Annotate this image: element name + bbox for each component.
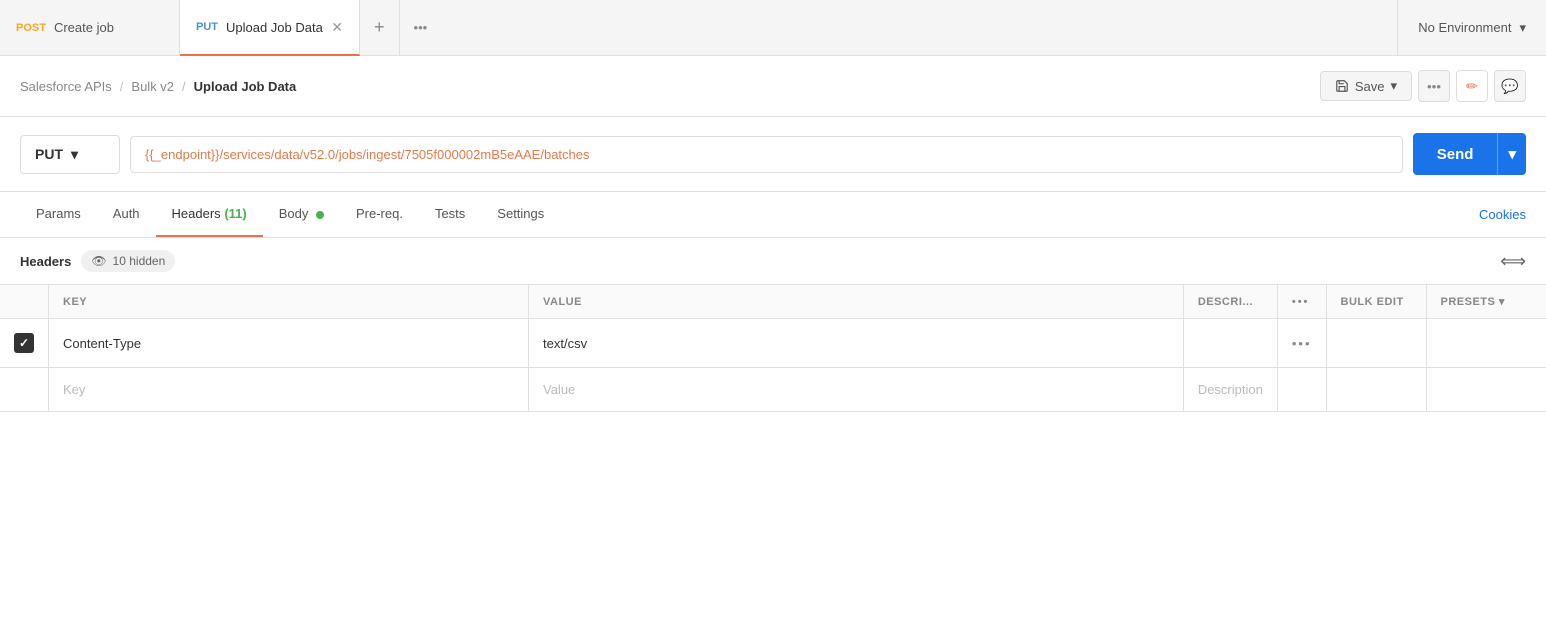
row-1-checkbox[interactable] <box>14 333 34 353</box>
body-dot-icon <box>316 211 324 219</box>
tab-body[interactable]: Body <box>263 192 340 237</box>
row-2-bulk <box>1326 368 1426 412</box>
row-2-description[interactable]: Description <box>1183 368 1277 412</box>
tab-upload-job-data[interactable]: PUT Upload Job Data ✕ <box>180 0 360 56</box>
row-1-description[interactable] <box>1183 319 1277 368</box>
headers-count: (11) <box>224 206 246 221</box>
col-header-bulk[interactable]: Bulk Edit <box>1326 285 1426 319</box>
tab-params[interactable]: Params <box>20 192 97 237</box>
more-options-icon: ••• <box>1427 79 1441 94</box>
col-header-key: KEY <box>49 285 529 319</box>
breadcrumb-bar: Salesforce APIs / Bulk v2 / Upload Job D… <box>0 56 1546 117</box>
cookies-link[interactable]: Cookies <box>1479 207 1526 222</box>
row-2-key[interactable]: Key <box>49 368 529 412</box>
tab-create-job[interactable]: POST Create job <box>0 0 180 55</box>
row-1-presets <box>1426 319 1546 368</box>
tab-settings[interactable]: Settings <box>481 192 560 237</box>
tab-tests[interactable]: Tests <box>419 192 481 237</box>
save-chevron-icon: ▾ <box>1390 78 1397 94</box>
row-2-more <box>1277 368 1326 412</box>
add-tab-button[interactable]: + <box>360 0 400 55</box>
hidden-count-label: 10 hidden <box>113 254 166 268</box>
put-badge: PUT <box>196 21 218 33</box>
breadcrumb-bulk-v2[interactable]: Bulk v2 <box>131 79 174 94</box>
save-button[interactable]: Save ▾ <box>1320 71 1412 101</box>
tab-upload-job-data-label: Upload Job Data <box>226 20 323 35</box>
environment-selector[interactable]: No Environment ▾ <box>1397 0 1546 55</box>
tab-params-label: Params <box>36 206 81 221</box>
send-label: Send <box>1413 134 1498 175</box>
cookies-label: Cookies <box>1479 207 1526 222</box>
request-line: PUT ▾ Send ▾ <box>0 117 1546 192</box>
col-header-value: VALUE <box>529 285 1184 319</box>
expand-icon: ⟺ <box>1500 251 1526 271</box>
more-options-button[interactable]: ••• <box>1418 70 1450 102</box>
row-1-key[interactable]: Content-Type <box>49 319 529 368</box>
eye-icon: 👁 <box>91 254 106 268</box>
tab-settings-label: Settings <box>497 206 544 221</box>
url-input[interactable] <box>130 136 1403 173</box>
tab-create-job-label: Create job <box>54 20 114 35</box>
breadcrumb-current: Upload Job Data <box>194 79 297 94</box>
col-header-presets[interactable]: Presets ▾ <box>1426 285 1546 319</box>
col-header-checkbox <box>0 285 49 319</box>
row-1-value[interactable]: text/csv <box>529 319 1184 368</box>
col-more-dots-icon: ••• <box>1292 296 1310 308</box>
tab-body-label: Body <box>279 206 309 221</box>
method-dropdown[interactable]: PUT ▾ <box>20 135 120 174</box>
request-tabs-row: Params Auth Headers (11) Body Pre-req. T… <box>0 192 1546 238</box>
edit-icon: ✏ <box>1466 78 1478 95</box>
tab-auth[interactable]: Auth <box>97 192 156 237</box>
headers-section-label: Headers <box>20 254 71 269</box>
comment-button[interactable]: 💬 <box>1494 70 1526 102</box>
headers-table: KEY VALUE DESCRI... ••• Bulk Edit Preset… <box>0 285 1546 412</box>
tab-more-icon: ••• <box>414 20 428 35</box>
tab-tests-label: Tests <box>435 206 465 221</box>
row-1-more[interactable]: ••• <box>1277 319 1326 368</box>
tab-auth-label: Auth <box>113 206 140 221</box>
post-badge: POST <box>16 22 46 34</box>
row-2-value[interactable]: Value <box>529 368 1184 412</box>
method-label: PUT <box>35 146 63 162</box>
row-2-checkbox-cell <box>0 368 49 412</box>
table-row: Key Value Description <box>0 368 1546 412</box>
breadcrumb-sep-1: / <box>120 79 124 94</box>
comment-icon: 💬 <box>1501 78 1518 95</box>
environment-label: No Environment <box>1418 20 1511 35</box>
tab-prereq-label: Pre-req. <box>356 206 403 221</box>
breadcrumb-actions: Save ▾ ••• ✏ 💬 <box>1320 70 1526 102</box>
close-tab-icon[interactable]: ✕ <box>331 19 343 36</box>
environment-chevron-icon: ▾ <box>1519 20 1526 36</box>
edit-button[interactable]: ✏ <box>1456 70 1488 102</box>
table-row: Content-Type text/csv ••• <box>0 319 1546 368</box>
add-tab-icon: + <box>374 17 385 38</box>
headers-section-bar: Headers 👁 10 hidden ⟺ <box>0 238 1546 285</box>
breadcrumb-salesforce-apis[interactable]: Salesforce APIs <box>20 79 112 94</box>
col-header-more: ••• <box>1277 285 1326 319</box>
row-2-presets <box>1426 368 1546 412</box>
save-label: Save <box>1355 79 1385 94</box>
breadcrumb-sep-2: / <box>182 79 186 94</box>
tab-headers[interactable]: Headers (11) <box>156 192 263 237</box>
row-1-checkbox-cell[interactable] <box>0 319 49 368</box>
tab-prereq[interactable]: Pre-req. <box>340 192 419 237</box>
hidden-headers-badge[interactable]: 👁 10 hidden <box>81 250 175 272</box>
send-dropdown-icon[interactable]: ▾ <box>1497 133 1526 175</box>
expand-headers-button[interactable]: ⟺ <box>1500 251 1526 272</box>
col-header-description: DESCRI... <box>1183 285 1277 319</box>
tab-bar: POST Create job PUT Upload Job Data ✕ + … <box>0 0 1546 56</box>
send-button[interactable]: Send ▾ <box>1413 133 1526 175</box>
tab-headers-label: Headers <box>172 206 221 221</box>
method-chevron-icon: ▾ <box>71 146 78 163</box>
tab-more-button[interactable]: ••• <box>400 0 442 55</box>
row-1-more-icon: ••• <box>1292 336 1312 351</box>
save-icon <box>1335 79 1349 93</box>
row-1-bulk <box>1326 319 1426 368</box>
